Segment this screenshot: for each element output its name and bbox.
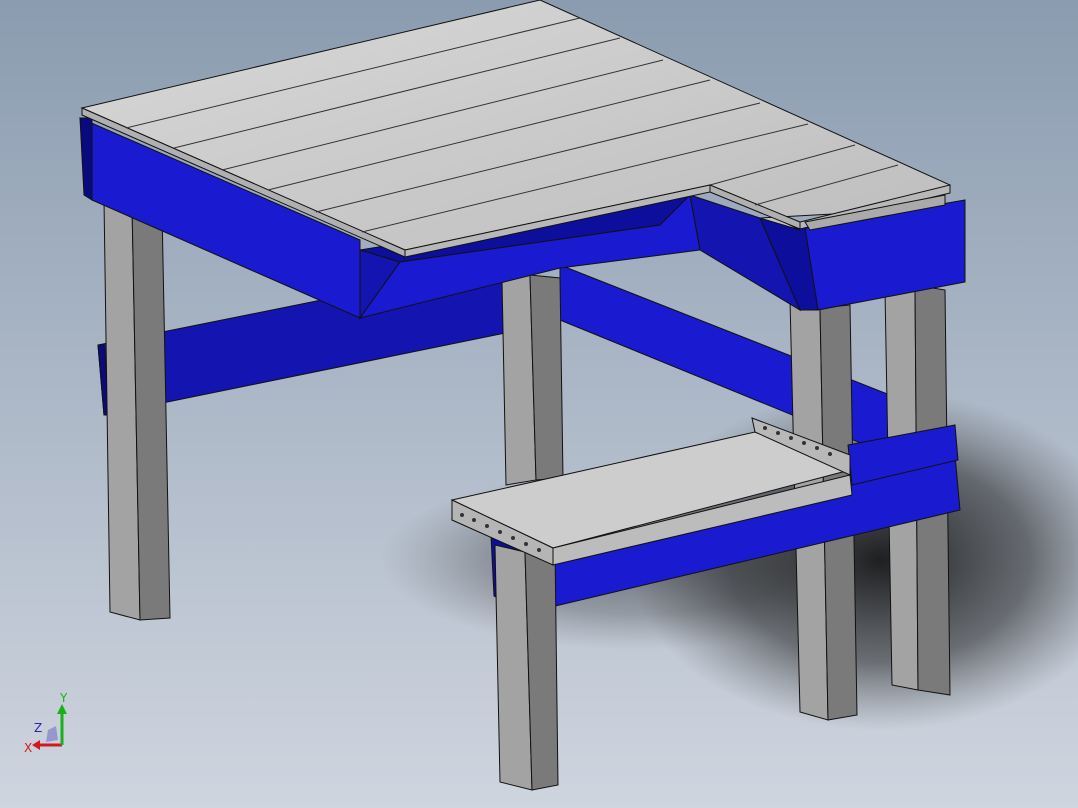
graphics-viewport[interactable]: Y X Z [0,0,1078,808]
axis-y-label: Y [59,691,68,705]
axis-x-label: X [24,741,32,755]
axis-z-label: Z [34,721,42,735]
model-view[interactable]: Y X Z [0,0,1078,808]
leg-middle-side [529,274,564,481]
